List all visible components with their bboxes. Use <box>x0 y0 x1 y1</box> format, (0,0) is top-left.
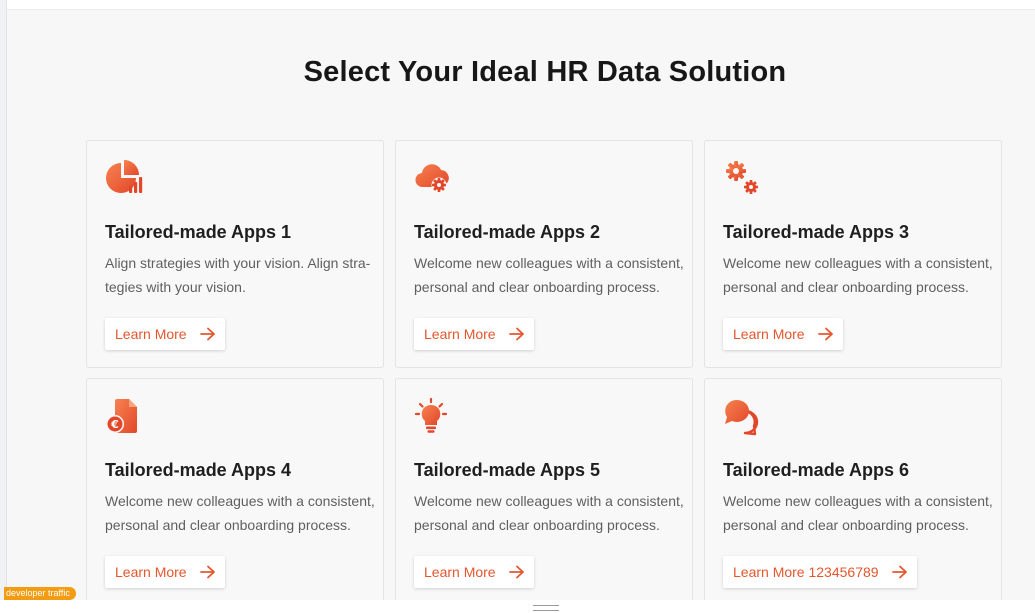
learn-more-button[interactable]: Learn More 123456789 <box>723 556 917 588</box>
drag-handle[interactable] <box>533 605 559 611</box>
card-description: Welcome new colleagues with a consistent… <box>414 493 684 533</box>
arrow-right-icon <box>891 565 908 579</box>
card-description: Welcome new colleagues with a consistent… <box>723 255 993 295</box>
learn-more-button[interactable]: Learn More <box>414 318 534 350</box>
learn-more-button[interactable]: Learn More <box>105 556 225 588</box>
card-title: Tailored-made Apps 3 <box>723 222 910 242</box>
card-apps-5: Tailored-made Apps 5 Welcome new colleag… <box>395 378 693 606</box>
learn-more-label: Learn More 123456789 <box>733 564 879 580</box>
developer-traffic-badge: developer traffic <box>4 587 76 600</box>
card-title: Tailored-made Apps 2 <box>414 222 601 242</box>
chat-bubbles-icon <box>723 397 763 437</box>
cloud-gear-icon <box>414 159 454 199</box>
svg-text:€: € <box>110 418 119 431</box>
card-title: Tailored-made Apps 6 <box>723 460 910 480</box>
arrow-right-icon <box>508 327 525 341</box>
card-description: Welcome new colleagues with a consistent… <box>723 493 993 533</box>
learn-more-button[interactable]: Learn More <box>723 318 843 350</box>
card-description: Welcome new colleagues with a consistent… <box>414 255 684 295</box>
learn-more-label: Learn More <box>424 564 496 580</box>
learn-more-label: Learn More <box>733 326 805 342</box>
card-apps-2: Tailored-made Apps 2 Welcome new colleag… <box>395 140 693 368</box>
card-apps-4: € Tailored-made Apps 4 Welcome new colle… <box>86 378 384 606</box>
card-grid: Tailored-made Apps 1 Align strategies wi… <box>86 140 1004 606</box>
pie-chart-icon <box>105 159 145 199</box>
arrow-right-icon <box>199 327 216 341</box>
arrow-right-icon <box>508 565 525 579</box>
card-apps-3: Tailored-made Apps 3 Welcome new colleag… <box>704 140 1002 368</box>
euro-document-icon: € <box>105 397 145 437</box>
arrow-right-icon <box>817 327 834 341</box>
card-description: Align strategies with your vision. Align… <box>105 255 371 295</box>
card-title: Tailored-made Apps 5 <box>414 460 601 480</box>
top-bar <box>0 0 1035 10</box>
learn-more-label: Learn More <box>115 564 187 580</box>
card-apps-6: Tailored-made Apps 6 Welcome new colleag… <box>704 378 1002 606</box>
page-title: Select Your Ideal HR Data Solution <box>303 56 787 88</box>
learn-more-label: Learn More <box>115 326 187 342</box>
gears-icon <box>723 159 763 199</box>
learn-more-label: Learn More <box>424 326 496 342</box>
arrow-right-icon <box>199 565 216 579</box>
learn-more-button[interactable]: Learn More <box>105 318 225 350</box>
left-edge <box>0 0 7 613</box>
bottom-strip <box>0 600 1035 613</box>
card-title: Tailored-made Apps 1 <box>105 222 292 242</box>
card-apps-1: Tailored-made Apps 1 Align strategies wi… <box>86 140 384 368</box>
lightbulb-icon <box>414 397 454 437</box>
card-description: Welcome new colleagues with a consistent… <box>105 493 375 533</box>
card-title: Tailored-made Apps 4 <box>105 460 292 480</box>
learn-more-button[interactable]: Learn More <box>414 556 534 588</box>
